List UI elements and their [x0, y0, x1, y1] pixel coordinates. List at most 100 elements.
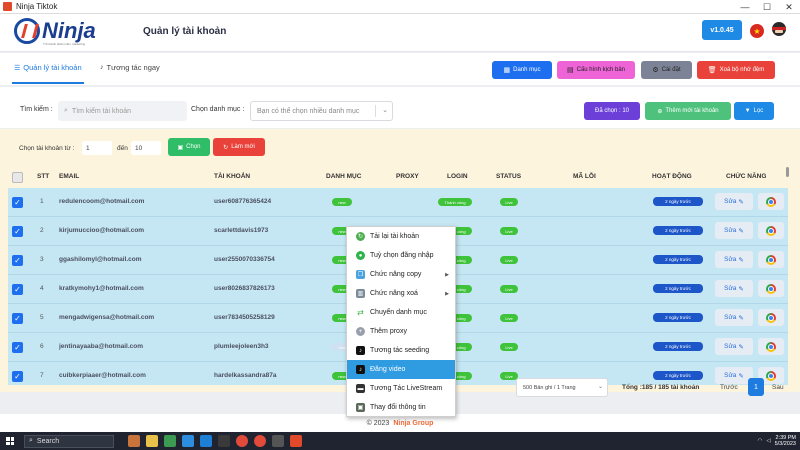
menu-item-label: Thêm proxy [370, 328, 407, 335]
open-chrome-button[interactable] [758, 193, 784, 210]
select-all-checkbox[interactable] [12, 172, 23, 183]
minimize-button[interactable]: — [734, 0, 756, 14]
row-account: user8026837826173 [214, 285, 275, 292]
wifi-icon[interactable]: ◠ [758, 438, 763, 444]
ninja-avatar-icon[interactable] [771, 22, 787, 40]
pencil-icon: ✎ [738, 256, 744, 264]
clock[interactable]: 2:39 PM 5/3/2023 [775, 435, 796, 447]
status-badge: Live [500, 343, 518, 351]
row-checkbox[interactable]: ✓ [12, 342, 23, 353]
trash-icon: ▥ [356, 289, 365, 298]
edit-label: Sửa [724, 227, 737, 234]
ninja-app-icon[interactable] [290, 435, 302, 447]
row-account: user2550070336754 [214, 256, 275, 263]
vietnam-flag-icon[interactable]: ★ [750, 24, 764, 38]
per-page-select[interactable]: 500 Bản ghi / 1 Trang ⌄ [516, 378, 608, 397]
activity-badge: 2 ngày trước [653, 197, 703, 206]
menu-item-change-info[interactable]: ▣ Thay đổi thông tin [347, 398, 455, 417]
row-checkbox[interactable]: ✓ [12, 284, 23, 295]
row-checkbox[interactable]: ✓ [12, 197, 23, 208]
range-from-input[interactable]: 1 [82, 141, 112, 155]
chrome-icon[interactable] [254, 435, 266, 447]
menu-item-livestream[interactable]: ▬ Tương Tác LiveStream [347, 379, 455, 398]
clear-cache-label: Xoá bộ nhớ đệm [719, 67, 765, 73]
menu-item-add-proxy[interactable]: + Thêm proxy [347, 322, 455, 341]
reset-button[interactable]: ↻ Làm mới [213, 138, 265, 156]
logo-text: Ninja [42, 18, 96, 43]
menu-item-copy[interactable]: ❐ Chức năng copy ▶ [347, 265, 455, 284]
edit-button[interactable]: Sửa ✎ [715, 280, 753, 297]
script-config-button[interactable]: ▤ Cấu hình kịch bản [557, 61, 635, 79]
table-row[interactable]: ✓ 1 redulencoom@hotmail.com user60877636… [8, 188, 788, 217]
edit-label: Sửa [724, 314, 737, 321]
edit-button[interactable]: Sửa ✎ [715, 338, 753, 355]
tab-account-management[interactable]: ☰ Quản lý tài khoản [14, 63, 82, 72]
close-window-button[interactable]: ✕ [778, 0, 800, 14]
submenu-arrow-icon: ▶ [445, 271, 449, 278]
category-button[interactable]: ▦ Danh mục [492, 61, 552, 79]
vscode-icon[interactable] [200, 435, 212, 447]
edit-button[interactable]: Sửa ✎ [715, 251, 753, 268]
menu-item-delete[interactable]: ▥ Chức năng xoá ▶ [347, 284, 455, 303]
menu-item-login-options[interactable]: ● Tuỳ chọn đăng nhập [347, 246, 455, 265]
select-range-label: Chọn [186, 144, 201, 150]
chrome-icon[interactable] [236, 435, 248, 447]
edit-button[interactable]: Sửa ✎ [715, 309, 753, 326]
volume-icon[interactable]: ◁ [766, 438, 770, 444]
script-config-label: Cấu hình kịch bản [576, 67, 625, 73]
menu-item-post-video[interactable]: ♪ Đăng video [347, 360, 455, 379]
open-chrome-button[interactable] [758, 309, 784, 326]
terminal-icon[interactable] [218, 435, 230, 447]
edge-icon[interactable] [182, 435, 194, 447]
row-email: redulencoom@hotmail.com [59, 198, 145, 205]
clear-cache-button[interactable]: 🗑 Xoá bộ nhớ đệm [697, 61, 775, 79]
pencil-icon: ✎ [738, 343, 744, 351]
settings-label: Cài đặt [661, 67, 681, 73]
row-email: ggashilomyl@hotmail.com [59, 256, 142, 263]
row-account: user7834505258129 [214, 314, 275, 321]
taskbar-app-icon[interactable] [272, 435, 284, 447]
filter-button[interactable]: ▼ Lọc [734, 102, 774, 120]
menu-item-reload-account[interactable]: ↻ Tải lại tài khoản [347, 227, 455, 246]
ninja-logo: Ninja Trở thành phần mềm marketing [14, 18, 96, 46]
edit-button[interactable]: Sửa ✎ [715, 222, 753, 239]
search-input[interactable]: ⌕ Tìm kiếm tài khoản [58, 101, 187, 121]
taskbar-app-icon[interactable] [128, 435, 140, 447]
prev-page-button[interactable]: Trước [720, 384, 738, 391]
row-checkbox[interactable]: ✓ [12, 226, 23, 237]
menu-item-move-category[interactable]: ⇄ Chuyển danh mục [347, 303, 455, 322]
version-badge[interactable]: v1.0.45 [702, 20, 742, 40]
activity-badge: 2 ngày trước [653, 226, 703, 235]
filter-label: Lọc [753, 108, 764, 114]
tab-interact-now[interactable]: ♪ Tương tác ngay [100, 63, 160, 72]
col-proxy: PROXY [396, 173, 419, 180]
col-status: STATUS [496, 173, 522, 180]
table-scrollbar[interactable] [785, 165, 790, 387]
open-chrome-button[interactable] [758, 280, 784, 297]
add-account-button[interactable]: ⊕ Thêm mới tài khoản [645, 102, 731, 120]
settings-button[interactable]: ⚙ Cài đặt [641, 61, 692, 79]
scrollbar-thumb[interactable] [786, 167, 789, 177]
row-checkbox[interactable]: ✓ [12, 255, 23, 266]
page-1-button[interactable]: 1 [748, 378, 764, 396]
category-select[interactable]: Bạn có thể chọn nhiều danh mục ⌄ [250, 101, 393, 121]
range-to-input[interactable]: 10 [131, 141, 161, 155]
file-explorer-icon[interactable] [146, 435, 158, 447]
windows-start-icon[interactable] [6, 437, 14, 445]
edit-label: Sửa [724, 343, 737, 350]
next-page-button[interactable]: Sau [772, 384, 784, 391]
menu-item-seeding[interactable]: ♪ Tương tác seeding [347, 341, 455, 360]
taskbar-app-icon[interactable] [164, 435, 176, 447]
taskbar-search[interactable]: ⌕ Search [24, 434, 114, 448]
select-range-button[interactable]: ▣ Chọn [168, 138, 210, 156]
open-chrome-button[interactable] [758, 251, 784, 268]
edit-button[interactable]: Sửa ✎ [715, 193, 753, 210]
row-checkbox[interactable]: ✓ [12, 313, 23, 324]
open-chrome-button[interactable] [758, 222, 784, 239]
footer-brand[interactable]: Ninja Group [393, 420, 433, 427]
open-chrome-button[interactable] [758, 338, 784, 355]
maximize-button[interactable]: ☐ [756, 0, 778, 14]
login-badge: Thành công [438, 198, 472, 206]
row-email: kirjumuccioo@hotmail.com [59, 227, 145, 234]
selected-count-button[interactable]: Đã chọn : 10 [584, 102, 640, 120]
